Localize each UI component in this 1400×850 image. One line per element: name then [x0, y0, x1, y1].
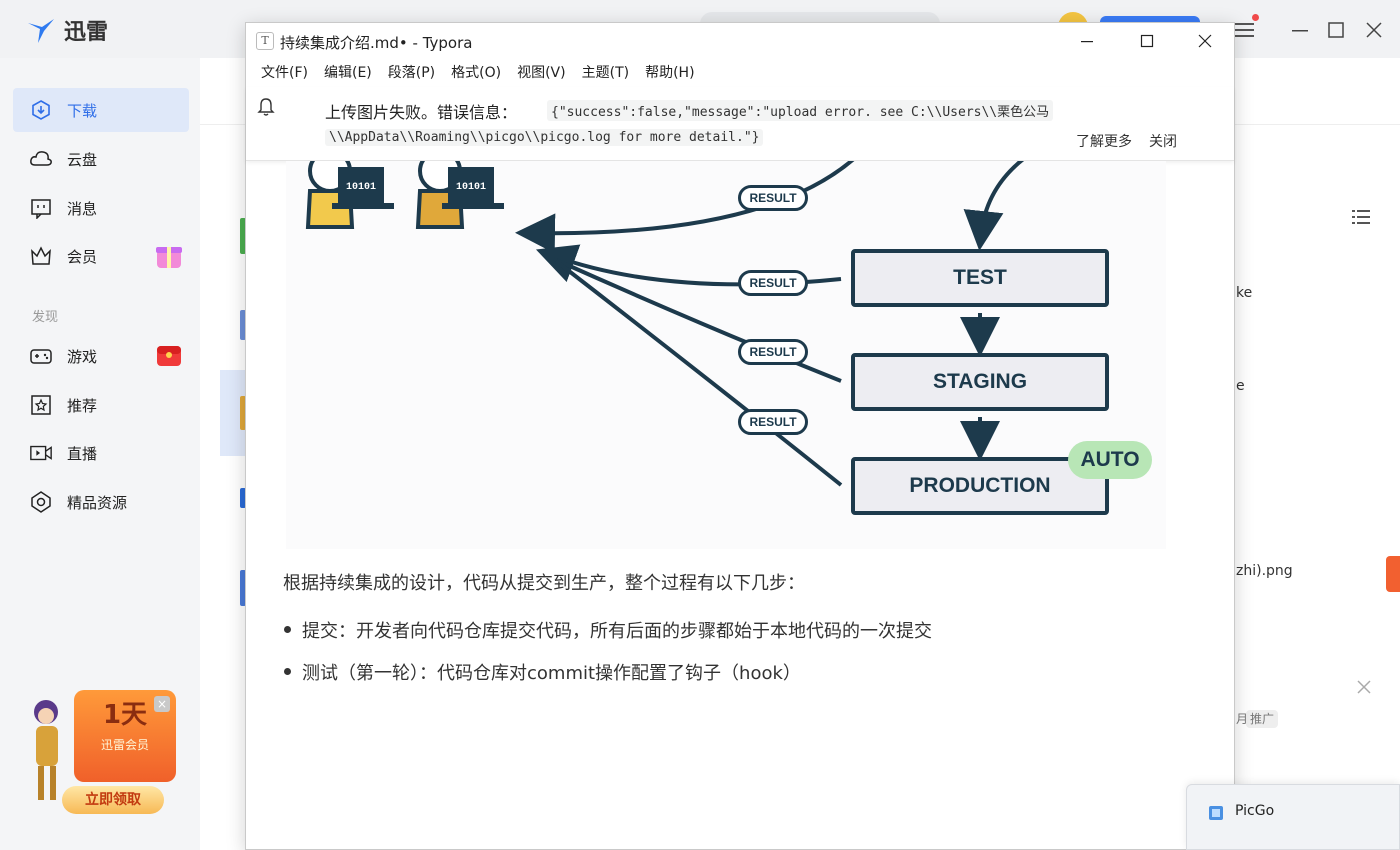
minimize-icon[interactable]: [1290, 20, 1310, 40]
close-icon[interactable]: [1356, 679, 1372, 695]
hamburger-menu-icon[interactable]: [1232, 22, 1254, 38]
bullet-icon: [284, 668, 291, 675]
list-item: 提交：开发者向代码仓库提交代码，所有后面的步骤都始于本地代码的一次提交: [284, 617, 932, 643]
close-icon: [1198, 34, 1212, 48]
laptop-binary-text: 10101: [346, 182, 376, 193]
notice-message: 上传图片失败。错误信息：: [325, 103, 518, 122]
typora-editor-content[interactable]: 10101 10101 RESULT RESULT RESULT RESULT …: [246, 161, 1234, 850]
menu-file[interactable]: 文件(F): [253, 59, 316, 87]
video-icon: [29, 441, 53, 465]
laptop-binary-text: 10101: [456, 182, 486, 193]
list-item-text: 提交：开发者向代码仓库提交代码，所有后面的步骤都始于本地代码的一次提交: [302, 621, 932, 642]
error-code-line-1: {"success":false,"message":"upload error…: [547, 100, 1054, 121]
auto-badge: AUTO: [1068, 441, 1152, 479]
vip-promo-banner[interactable]: 1天 迅雷会员 立即领取 ×: [26, 688, 186, 818]
xunlei-logo: 迅雷: [26, 14, 108, 46]
picgo-label: PicGo: [1235, 803, 1275, 819]
menu-view[interactable]: 视图(V): [509, 59, 574, 87]
sidebar-item-label: 直播: [67, 444, 98, 463]
sidebar-item-label: 游戏: [67, 347, 98, 366]
maximize-button[interactable]: [1124, 27, 1170, 55]
xunlei-brand-name: 迅雷: [64, 20, 109, 45]
cloud-icon: [29, 147, 53, 171]
ci-pipeline-diagram: 10101 10101 RESULT RESULT RESULT RESULT …: [286, 161, 1166, 549]
close-icon[interactable]: [1364, 20, 1384, 40]
promo-character-illustration: [34, 700, 58, 800]
sidebar-item-label: 消息: [67, 199, 98, 218]
paragraph-text: 根据持续集成的设计，代码从提交到生产，整个过程有以下几步：: [283, 573, 805, 594]
xunlei-bird-icon: [28, 19, 54, 43]
orange-float-badge[interactable]: [1386, 556, 1400, 592]
result-label: RESULT: [738, 185, 808, 211]
promo-vip-label: 迅雷会员: [100, 738, 149, 752]
sidebar-item-label: 云盘: [67, 150, 98, 169]
menu-help[interactable]: 帮助(H): [637, 59, 702, 87]
download-icon: [29, 98, 53, 122]
notification-dot: [1252, 14, 1259, 21]
close-button[interactable]: [1182, 27, 1228, 55]
picgo-icon: [1209, 806, 1223, 820]
gem-icon: [29, 490, 53, 514]
list-item: 测试（第一轮）：代码仓库对commit操作配置了钩子（hook）: [284, 659, 801, 685]
result-label: RESULT: [738, 339, 808, 365]
menu-paragraph[interactable]: 段落(P): [380, 59, 443, 87]
sidebar-item-recommend[interactable]: 推荐: [13, 383, 189, 427]
typora-window: T 持续集成介绍.md• - Typora 文件(F) 编辑(E) 段落(P) …: [245, 22, 1235, 850]
picgo-taskbar-item[interactable]: PicGo: [1186, 784, 1400, 850]
minimize-icon: [1081, 41, 1093, 43]
list-view-icon[interactable]: [1352, 210, 1370, 224]
developer-figure-1: [305, 161, 394, 229]
bullet-icon: [284, 626, 291, 633]
developer-figure-2: [415, 161, 504, 229]
stage-staging: STAGING: [851, 353, 1109, 411]
sidebar-item-label: 推荐: [67, 396, 98, 415]
sidebar-item-download[interactable]: 下载: [13, 88, 189, 132]
result-label: RESULT: [738, 409, 808, 435]
error-code-line-2: \\AppData\\Roaming\\picgo\\picgo.log for…: [325, 129, 764, 146]
sidebar-item-label: 下载: [67, 101, 98, 120]
result-label: RESULT: [738, 270, 808, 296]
sidebar-section-discover: 发现: [32, 310, 59, 325]
promo-tag: 推广: [1246, 710, 1279, 728]
minimize-button[interactable]: [1064, 27, 1110, 55]
sidebar-item-message[interactable]: 消息: [13, 186, 189, 230]
learn-more-link[interactable]: 了解更多: [1076, 131, 1132, 151]
maximize-icon: [1140, 34, 1154, 48]
menu-theme[interactable]: 主题(T): [574, 59, 637, 87]
menu-format[interactable]: 格式(O): [443, 59, 509, 87]
file-name-fragment: ke: [1236, 285, 1253, 301]
promo-close-icon[interactable]: ×: [154, 696, 170, 712]
sidebar-item-label: 会员: [67, 247, 98, 266]
sidebar-item-resources[interactable]: 精品资源: [13, 480, 189, 524]
sidebar-item-label: 精品资源: [67, 493, 128, 512]
close-notice-link[interactable]: 关闭: [1149, 131, 1177, 151]
typora-app-icon: T: [256, 32, 274, 50]
maximize-icon[interactable]: [1326, 20, 1346, 40]
red-envelope-icon: [157, 346, 181, 366]
message-icon: [29, 196, 53, 220]
file-name-fragment: e: [1236, 378, 1245, 394]
bell-icon: [257, 98, 275, 116]
gamepad-icon: [29, 344, 53, 368]
crown-icon: [29, 244, 53, 268]
file-name-fragment: zhi).png: [1236, 563, 1293, 579]
star-icon: [29, 393, 53, 417]
window-title: 持续集成介绍.md• - Typora: [280, 34, 473, 52]
typora-title-bar: T 持续集成介绍.md• - Typora: [246, 23, 1234, 59]
upload-error-notice: 上传图片失败。错误信息： {"success":false,"message":…: [246, 87, 1234, 161]
sidebar-item-cloud[interactable]: 云盘: [13, 137, 189, 181]
gift-icon: [156, 247, 182, 268]
list-item-text: 测试（第一轮）：代码仓库对commit操作配置了钩子（hook）: [302, 663, 801, 684]
typora-menu-bar: 文件(F) 编辑(E) 段落(P) 格式(O) 视图(V) 主题(T) 帮助(H…: [246, 59, 1234, 87]
menu-edit[interactable]: 编辑(E): [316, 59, 380, 87]
stage-test: TEST: [851, 249, 1109, 307]
sidebar-item-live[interactable]: 直播: [13, 431, 189, 475]
promo-claim-button[interactable]: 立即领取: [62, 786, 164, 814]
